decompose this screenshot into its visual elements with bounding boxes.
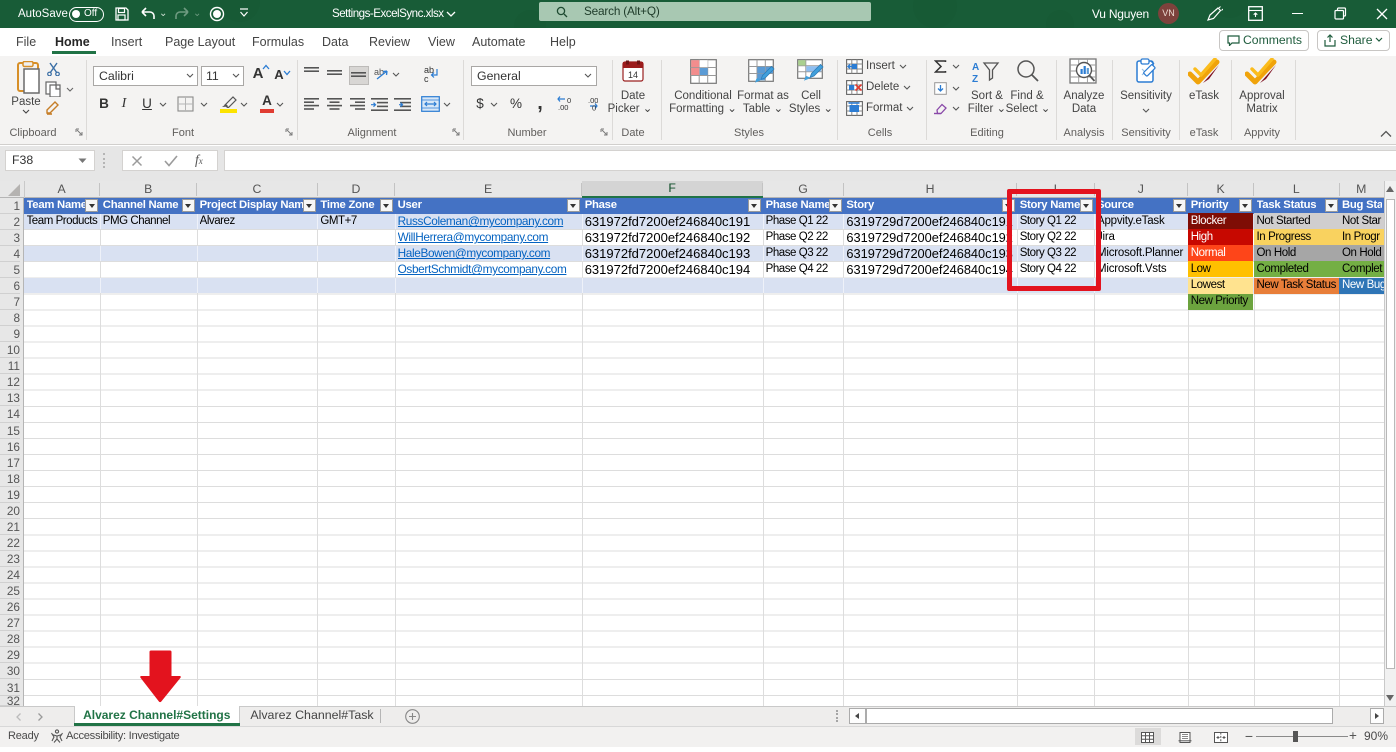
svg-text:ab: ab: [374, 67, 384, 77]
svg-text:14: 14: [628, 70, 638, 80]
svg-text:c: c: [424, 74, 429, 83]
svg-text:Z: Z: [972, 74, 978, 84]
svg-text:0: 0: [592, 104, 596, 112]
svg-text:A: A: [972, 62, 979, 73]
svg-text:.00: .00: [558, 103, 568, 111]
